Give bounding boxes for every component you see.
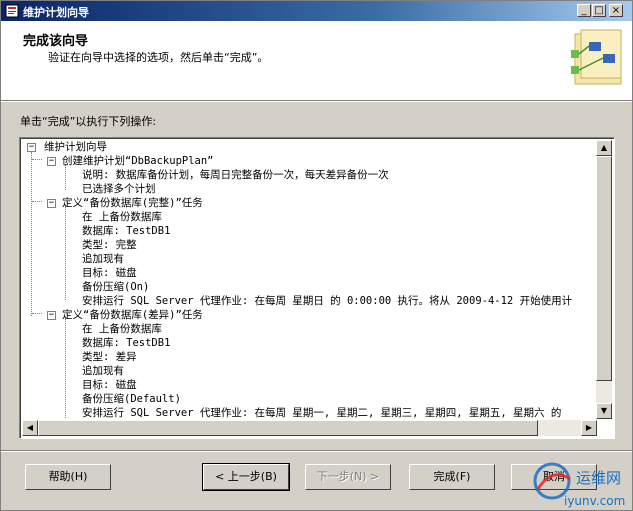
wizard-header: 完成该向导 验证在向导中选择的选项，然后单击“完成”。	[1, 21, 632, 101]
tree-root[interactable]: 维护计划向导	[44, 140, 107, 154]
summary-tree[interactable]: − 维护计划向导 − 创建维护计划“DbBackupPlan” 说明: 数据库备…	[19, 137, 615, 439]
app-icon	[5, 4, 19, 18]
page-title: 完成该向导	[23, 34, 89, 49]
vertical-scrollbar[interactable]: ▲ ▼	[596, 140, 612, 419]
collapse-toggle[interactable]: −	[27, 143, 36, 152]
horizontal-scrollbar[interactable]: ◀ ▶	[22, 420, 597, 436]
tree-leaf[interactable]: 目标: 磁盘	[82, 266, 137, 280]
tree-leaf[interactable]: 在 上备份数据库	[82, 210, 162, 224]
collapse-toggle[interactable]: −	[47, 157, 56, 166]
page-subtitle: 验证在向导中选择的选项，然后单击“完成”。	[48, 51, 269, 64]
vertical-scroll-thumb[interactable]	[596, 156, 612, 381]
title-bar[interactable]: 维护计划向导 _ □ ×	[1, 1, 632, 21]
tree-leaf[interactable]: 数据库: TestDB1	[82, 224, 170, 238]
tree-leaf[interactable]: 追加现有	[82, 364, 124, 378]
tree-leaf[interactable]: 备份压缩(Default)	[82, 392, 181, 406]
tree-node-task-full[interactable]: 定义“备份数据库(完整)”任务	[62, 196, 203, 210]
tree-leaf[interactable]: 类型: 完整	[82, 238, 137, 252]
watermark-url: iyunv.com	[564, 494, 625, 508]
watermark-site: 运维网	[576, 469, 621, 487]
tree-leaf[interactable]: 在 上备份数据库	[82, 322, 162, 336]
tree-node-plan[interactable]: 创建维护计划“DbBackupPlan”	[62, 154, 214, 168]
wizard-window: 维护计划向导 _ □ × 完成该向导 验证在向导中选择的选项，然后单击“完成”。…	[0, 0, 633, 511]
maximize-button[interactable]: □	[592, 4, 606, 17]
intro-label: 单击“完成”以执行下列操作:	[20, 115, 157, 128]
tree-leaf[interactable]: 说明: 数据库备份计划，每周日完整备份一次，每天差异备份一次	[82, 168, 389, 182]
watermark-logo: 运维网 iyunv.com	[533, 462, 625, 508]
tree-leaf[interactable]: 已选择多个计划	[82, 182, 156, 196]
scroll-down-arrow-icon[interactable]: ▼	[596, 403, 612, 419]
footer-divider-highlight	[1, 451, 632, 452]
tree-line	[31, 152, 32, 316]
scroll-up-arrow-icon[interactable]: ▲	[596, 140, 612, 156]
minimize-button[interactable]: _	[577, 4, 591, 17]
collapse-toggle[interactable]: −	[47, 311, 56, 320]
scroll-left-arrow-icon[interactable]: ◀	[22, 420, 38, 436]
tree-leaf[interactable]: 备份压缩(On)	[82, 280, 149, 294]
tree-node-task-diff[interactable]: 定义“备份数据库(差异)”任务	[62, 308, 203, 322]
tree-content: − 维护计划向导 − 创建维护计划“DbBackupPlan” 说明: 数据库备…	[22, 140, 597, 419]
next-button[interactable]: 下一步(N) >	[305, 464, 391, 490]
tree-line	[32, 313, 42, 314]
finish-button[interactable]: 完成(F)	[409, 464, 495, 490]
tree-leaf[interactable]: 数据库: TestDB1	[82, 336, 170, 350]
close-button[interactable]: ×	[609, 4, 623, 17]
tree-line	[65, 206, 66, 300]
scroll-right-arrow-icon[interactable]: ▶	[581, 420, 597, 436]
tree-leaf[interactable]: 安排运行 SQL Server 代理作业: 在每周 星期一, 星期二, 星期三,…	[82, 406, 561, 419]
collapse-toggle[interactable]: −	[47, 199, 56, 208]
help-button[interactable]: 帮助(H)	[25, 464, 111, 490]
wizard-banner-icon	[571, 29, 622, 85]
tree-line	[65, 318, 66, 418]
tree-line	[32, 159, 42, 160]
tree-leaf[interactable]: 类型: 差异	[82, 350, 137, 364]
tree-leaf[interactable]: 安排运行 SQL Server 代理作业: 在每周 星期日 的 0:00:00 …	[82, 294, 572, 308]
window-title: 维护计划向导	[23, 6, 89, 19]
tree-leaf[interactable]: 追加现有	[82, 252, 124, 266]
horizontal-scroll-thumb[interactable]	[38, 420, 538, 436]
back-button[interactable]: < 上一步(B)	[202, 463, 290, 491]
tree-line	[32, 201, 42, 202]
header-divider	[1, 101, 632, 102]
tree-leaf[interactable]: 目标: 磁盘	[82, 378, 137, 392]
